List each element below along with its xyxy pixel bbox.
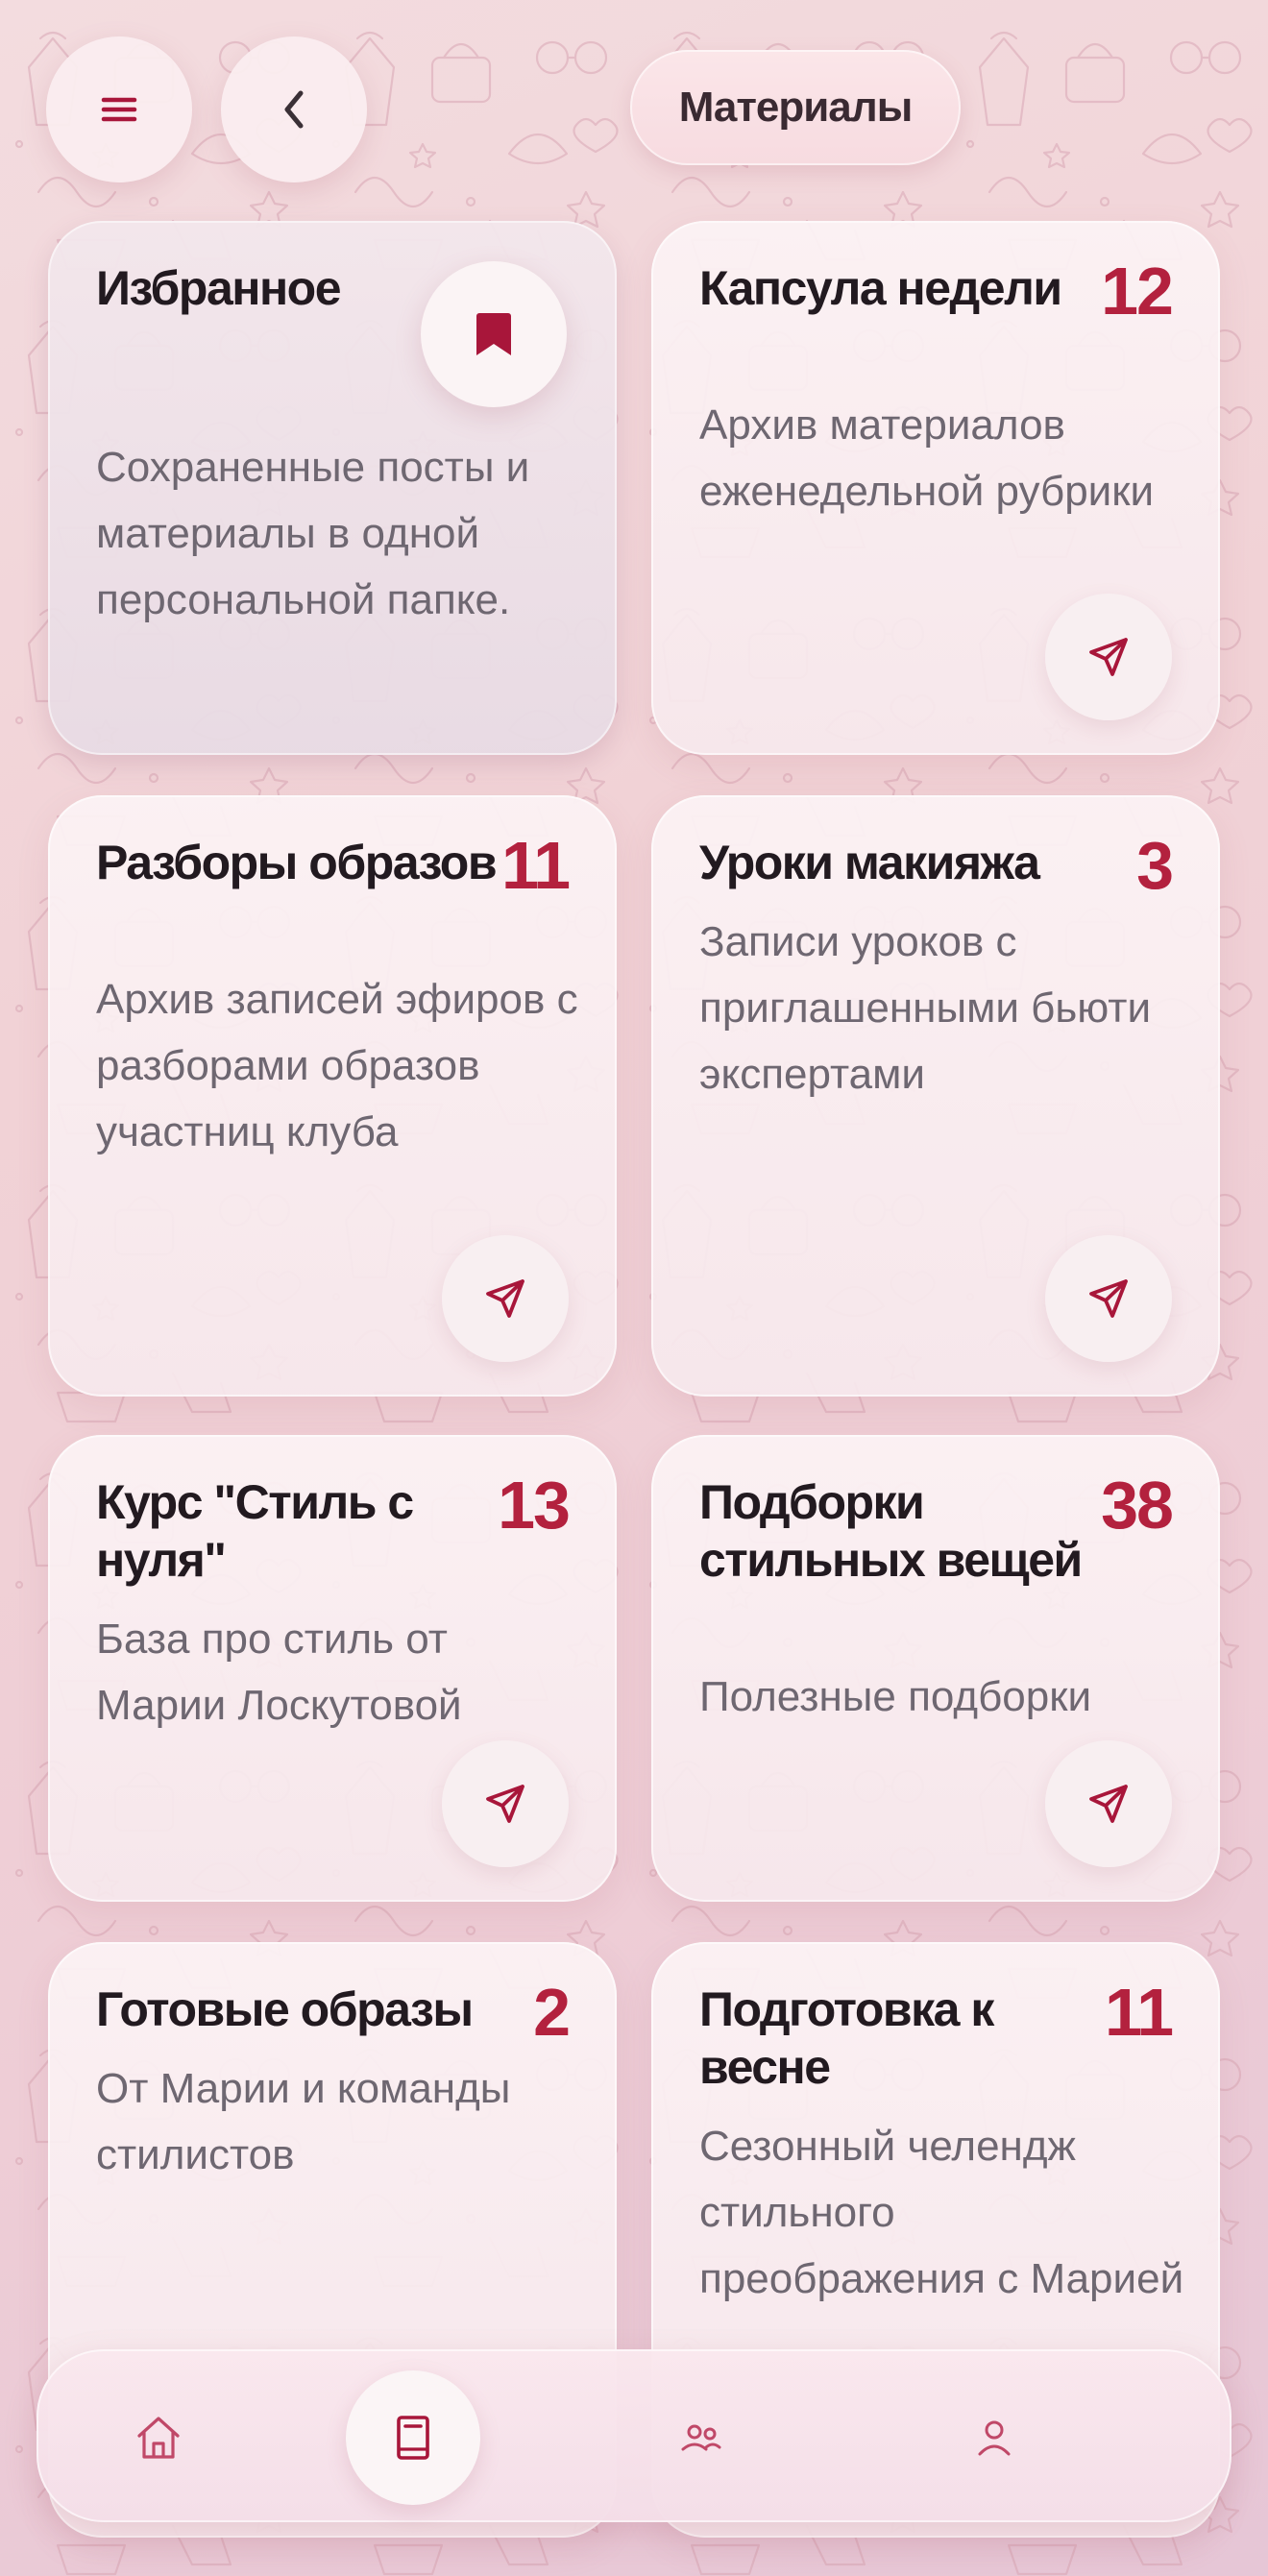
card-title: Разборы образов bbox=[96, 836, 498, 889]
open-section-button[interactable] bbox=[442, 1740, 569, 1867]
favorites-card[interactable]: Избранное Сохраненные посты и материалы … bbox=[48, 221, 617, 755]
open-section-button[interactable] bbox=[1045, 594, 1172, 720]
menu-button[interactable] bbox=[46, 36, 192, 182]
open-section-button[interactable] bbox=[1045, 1740, 1172, 1867]
open-section-button[interactable] bbox=[442, 1235, 569, 1362]
nav-materials[interactable] bbox=[346, 2370, 480, 2505]
hamburger-menu-icon bbox=[101, 97, 137, 122]
section-card[interactable]: Уроки макияжа 3 Записи уроков с приглаше… bbox=[651, 795, 1220, 1397]
nav-profile[interactable] bbox=[927, 2370, 1061, 2505]
send-icon bbox=[1089, 1279, 1128, 1318]
card-description: Сохраненные посты и материалы в одной пе… bbox=[96, 444, 530, 623]
card-title: Курс "Стиль с нуля" bbox=[96, 1475, 414, 1587]
send-icon bbox=[1089, 1785, 1128, 1823]
card-count: 11 bbox=[501, 828, 571, 903]
card-count: 38 bbox=[1101, 1468, 1174, 1543]
card-count: 13 bbox=[498, 1468, 571, 1543]
section-card[interactable]: Разборы образов 11 Архив записей эфиров … bbox=[48, 795, 617, 1397]
send-icon bbox=[486, 1279, 524, 1318]
card-description: От Марии и команды стилистов bbox=[96, 2065, 511, 2178]
card-count: 2 bbox=[533, 1975, 571, 2050]
back-button[interactable] bbox=[221, 36, 367, 182]
bookmark-icon bbox=[476, 313, 511, 355]
card-description: Сезонный челендж стильного преображения … bbox=[699, 2123, 1184, 2302]
card-title: Уроки макияжа bbox=[699, 836, 1040, 889]
profile-icon bbox=[978, 2420, 1011, 2456]
card-title: Подборки стильных вещей bbox=[699, 1475, 1083, 1587]
nav-community[interactable] bbox=[634, 2370, 768, 2505]
section-card[interactable]: Подборки стильных вещей 38 Полезные подб… bbox=[651, 1435, 1220, 1902]
open-section-button[interactable] bbox=[1045, 1235, 1172, 1362]
card-description: Архив материалов еженедельной рубрики bbox=[699, 401, 1155, 515]
card-description: Архив записей эфиров с разборами образов… bbox=[96, 976, 578, 1155]
community-icon bbox=[681, 2424, 721, 2451]
home-icon bbox=[137, 2417, 180, 2459]
card-count: 12 bbox=[1101, 254, 1174, 328]
card-description: Полезные подборки bbox=[699, 1673, 1092, 1720]
section-card[interactable]: Капсула недели 12 Архив материалов ежене… bbox=[651, 221, 1220, 755]
bottom-navigation bbox=[37, 2349, 1231, 2522]
card-count: 11 bbox=[1105, 1975, 1174, 2050]
nav-home[interactable] bbox=[91, 2370, 226, 2505]
card-count: 3 bbox=[1136, 828, 1174, 903]
card-title: Капсула недели bbox=[699, 261, 1062, 315]
chevron-left-icon bbox=[284, 90, 304, 129]
send-icon bbox=[486, 1785, 524, 1823]
card-title: Готовые образы bbox=[96, 1982, 474, 2036]
page-title: Материалы bbox=[630, 50, 961, 165]
send-icon bbox=[1089, 638, 1128, 676]
card-title: Подготовка к весне bbox=[699, 1982, 994, 2094]
card-description: База про стиль от Марии Лоскутовой bbox=[96, 1616, 462, 1729]
book-icon bbox=[397, 2416, 429, 2460]
bookmark-button[interactable] bbox=[421, 261, 567, 407]
card-description: Записи уроков с приглашенными бьюти эксп… bbox=[699, 918, 1152, 1098]
section-card[interactable]: Курс "Стиль с нуля" 13 База про стиль от… bbox=[48, 1435, 617, 1902]
